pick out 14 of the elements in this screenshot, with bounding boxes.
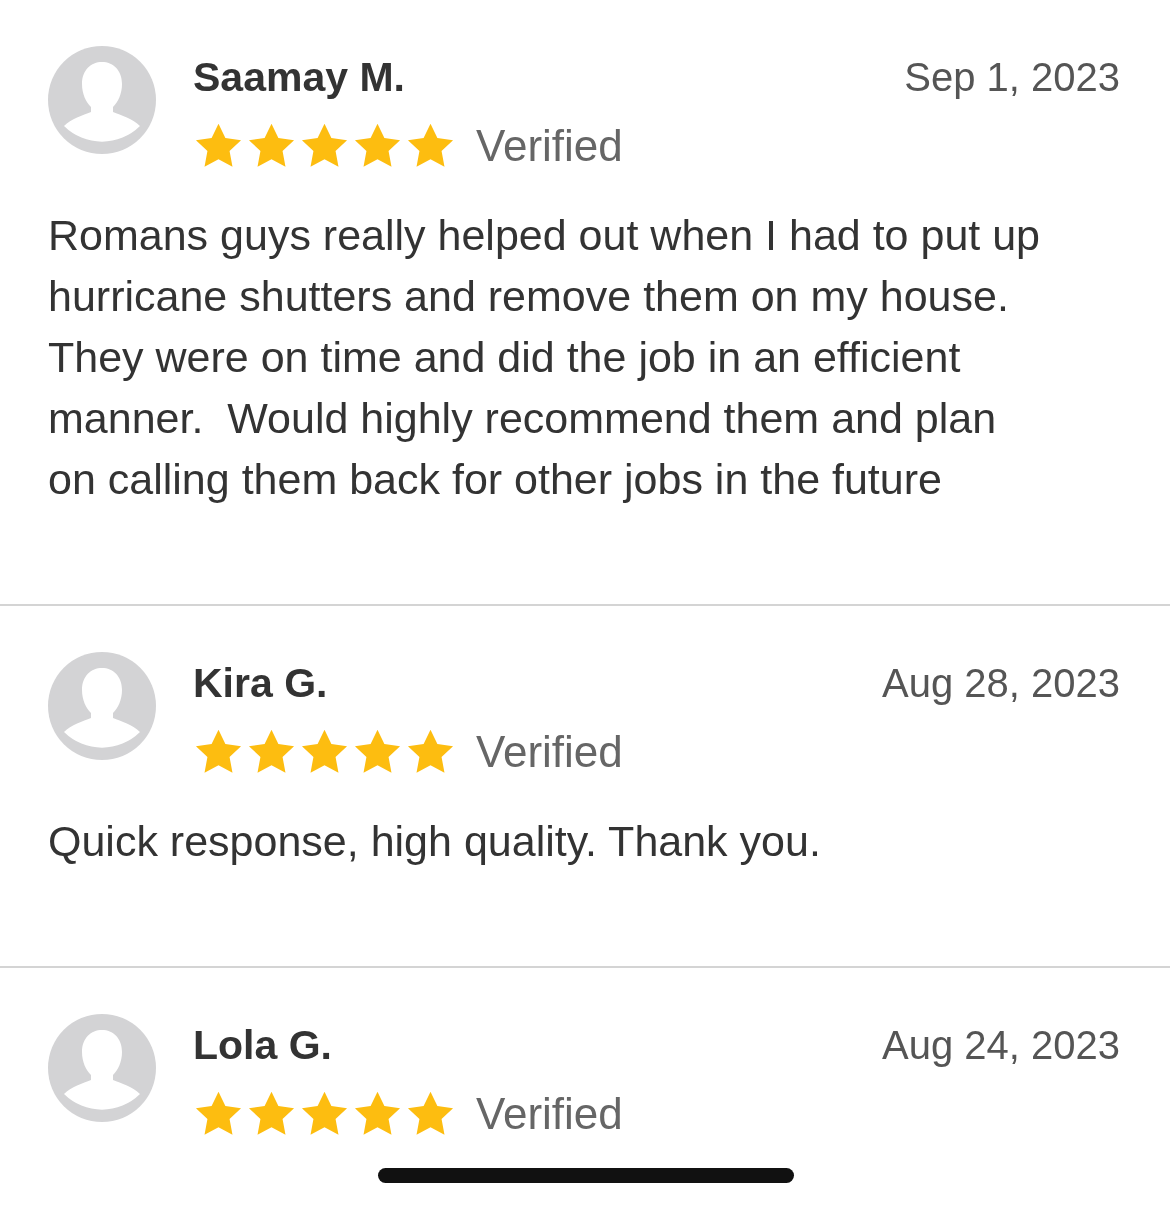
verified-label: Verified [476,727,623,777]
reviewer-name: Lola G. [193,1022,332,1069]
avatar-icon [48,652,156,760]
verified-label: Verified [476,121,623,171]
review-date: Sep 1, 2023 [904,55,1120,100]
avatar-icon [48,1014,156,1122]
review-text: Quick response, high quality. Thank you. [48,816,822,867]
reviewer-name: Saamay M. [193,54,405,101]
review-date: Aug 28, 2023 [882,661,1120,706]
verified-label: Verified [476,1089,623,1139]
reviewer-name: Kira G. [193,660,328,707]
review-date: Aug 24, 2023 [882,1023,1120,1068]
avatar-icon [48,46,156,154]
review-text: Romans guys really helped out when I had to put up hurricane shutters and remove them on my house. They were on time and did the job in an efficient manner. Would highly recommend them and plan on calling them back for other jobs in the future [48,210,1042,505]
